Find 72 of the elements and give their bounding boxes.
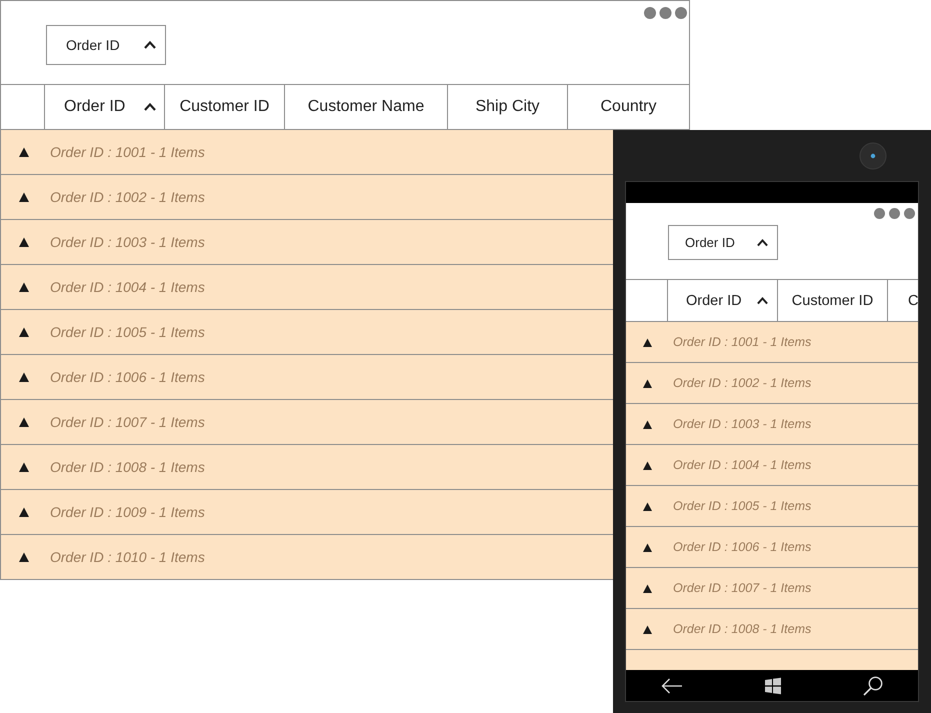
group-chip[interactable]: Order ID (46, 25, 166, 65)
more-icon[interactable] (644, 7, 687, 19)
group-caption: Order ID : 1010 - 1 Items (50, 549, 205, 565)
group-caption: Order ID : 1003 - 1 Items (673, 417, 812, 431)
group-caption: Order ID : 1005 - 1 Items (50, 324, 205, 340)
column-header[interactable]: Ship City (448, 85, 568, 129)
group-row[interactable]: Order ID : 1005 - 1 Items (1, 310, 613, 355)
expander-triangle-icon[interactable] (643, 502, 652, 510)
group-row[interactable]: Order ID : 1005 - 1 Items (626, 486, 918, 527)
group-row[interactable]: Order ID : 1001 - 1 Items (626, 322, 918, 363)
group-caption: Order ID : 1002 - 1 Items (673, 376, 812, 390)
group-caption: Order ID : 1001 - 1 Items (673, 335, 812, 349)
expander-triangle-icon[interactable] (643, 584, 652, 592)
group-row[interactable]: Order ID : 1009 - 1 Items (1, 490, 613, 535)
group-caption: Order ID : 1007 - 1 Items (50, 414, 205, 430)
expander-triangle-icon[interactable] (19, 462, 29, 472)
group-row[interactable]: Order ID : 1008 - 1 Items (1, 445, 613, 490)
expander-triangle-icon[interactable] (19, 192, 29, 202)
group-caption: Order ID : 1009 - 1 Items (50, 504, 205, 520)
camera-icon (859, 142, 887, 170)
column-header[interactable]: Customer ID (165, 85, 285, 129)
four-panes-icon[interactable] (764, 676, 782, 694)
expander-triangle-icon[interactable] (19, 372, 29, 382)
group-caption: Order ID : 1006 - 1 Items (673, 540, 812, 554)
search-icon[interactable] (863, 676, 883, 696)
group-row[interactable]: Order ID : 1004 - 1 Items (1, 265, 613, 310)
group-caption: Order ID : 1007 - 1 Items (673, 581, 812, 595)
expander-triangle-icon[interactable] (643, 460, 652, 470)
expander-triangle-icon[interactable] (19, 507, 29, 517)
group-caption: Order ID : 1006 - 1 Items (50, 369, 205, 385)
group-caption: Order ID : 1005 - 1 Items (673, 499, 812, 513)
caret-icon (144, 102, 156, 112)
group-row[interactable]: Order ID : 1004 - 1 Items (626, 445, 918, 486)
group-caption: Order ID : 1003 - 1 Items (50, 234, 205, 250)
expander-triangle-icon[interactable] (19, 282, 29, 292)
column-header[interactable]: Customer Name (285, 85, 448, 129)
group-row[interactable]: Order ID : 1006 - 1 Items (626, 527, 918, 568)
back-arrow-icon[interactable] (661, 678, 683, 694)
group-row[interactable]: Order ID : 1008 - 1 Items (626, 609, 918, 650)
expander-triangle-icon[interactable] (19, 327, 29, 337)
expander-triangle-icon[interactable] (19, 237, 29, 247)
column-header[interactable]: Order ID (45, 85, 165, 129)
group-row[interactable]: Order ID : 1006 - 1 Items (1, 355, 613, 400)
group-row[interactable]: Order ID : 1003 - 1 Items (626, 404, 918, 445)
column-header[interactable]: C (888, 280, 918, 321)
expander-triangle-icon[interactable] (643, 378, 652, 388)
expander-triangle-icon[interactable] (643, 338, 652, 346)
group-caption: Order ID : 1001 - 1 Items (50, 144, 205, 160)
group-caption: Order ID : 1008 - 1 Items (673, 622, 812, 636)
group-row[interactable]: Order ID : 1002 - 1 Items (1, 175, 613, 220)
more-icon[interactable] (874, 208, 915, 219)
group-caption: Order ID : 1008 - 1 Items (50, 459, 205, 475)
expander-triangle-icon[interactable] (19, 417, 29, 427)
group-row[interactable]: Order ID : 1007 - 1 Items (626, 568, 918, 609)
group-row[interactable]: Order ID : 1001 - 1 Items (1, 130, 613, 175)
expander-triangle-icon[interactable] (643, 420, 652, 428)
group-row[interactable]: Order ID : 1003 - 1 Items (1, 220, 613, 265)
column-header[interactable]: Customer ID (778, 280, 888, 321)
group-chip[interactable]: Order ID (668, 225, 778, 260)
expander-triangle-icon[interactable] (643, 542, 652, 552)
expander-triangle-icon[interactable] (19, 552, 29, 562)
group-row[interactable]: Order ID : 1002 - 1 Items (626, 363, 918, 404)
expander-triangle-icon[interactable] (643, 624, 652, 634)
group-caption: Order ID : 1002 - 1 Items (50, 189, 205, 205)
group-row[interactable]: Order ID : 1007 - 1 Items (1, 400, 613, 445)
group-caption: Order ID : 1004 - 1 Items (50, 279, 205, 295)
column-header[interactable]: Country (568, 85, 689, 129)
group-caption: Order ID : 1004 - 1 Items (673, 458, 812, 472)
column-header[interactable]: Order ID (668, 280, 778, 321)
caret-icon (757, 296, 768, 304)
group-row[interactable]: Order ID : 1010 - 1 Items (1, 535, 613, 580)
expander-triangle-icon[interactable] (19, 147, 29, 157)
